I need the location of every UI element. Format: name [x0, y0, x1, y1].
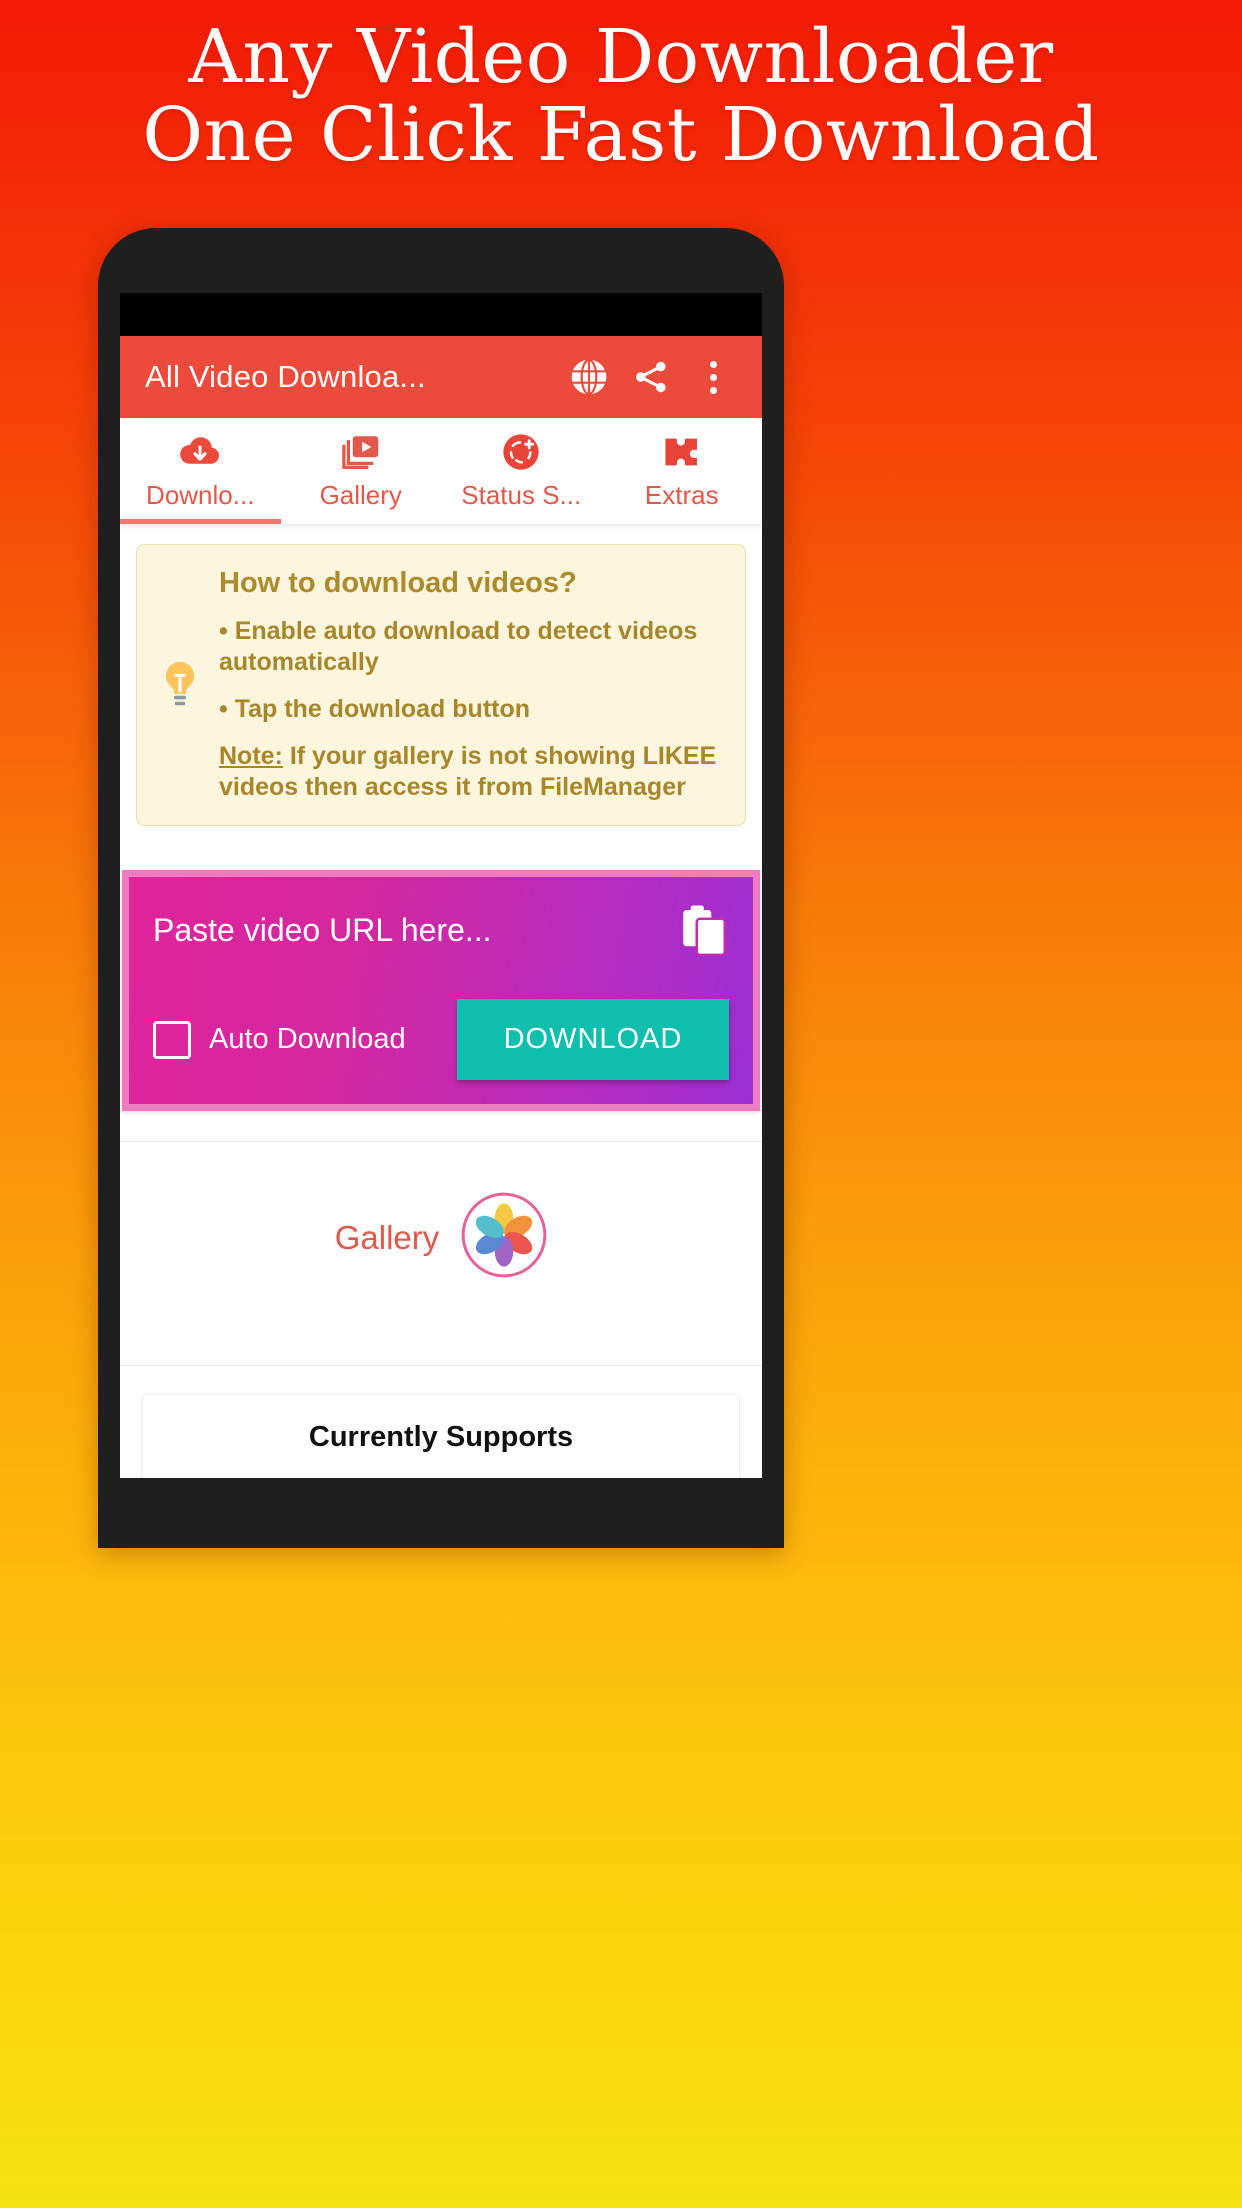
gallery-row[interactable]: Gallery [120, 1142, 762, 1335]
tip-card-note-label: Note: [219, 742, 283, 770]
tip-card-note-text: If your gallery is not showing LIKEE vid… [219, 742, 717, 801]
tip-card-text: How to download videos? • Enable auto do… [219, 567, 727, 803]
menu-dot [709, 373, 717, 381]
menu-dot [709, 360, 717, 368]
phone-mockup: All Video Downloa... Downlo... Gallery S… [98, 228, 784, 1548]
tab-gallery-label: Gallery [319, 479, 402, 510]
supports-card: Currently Supports [142, 1394, 740, 1478]
url-section: Paste video URL here... Auto Download DO… [129, 877, 753, 1104]
url-action-row: Auto Download DOWNLOAD [153, 999, 729, 1080]
cloud-download-icon [178, 432, 222, 472]
url-section-frame: Paste video URL here... Auto Download DO… [122, 870, 760, 1111]
video-library-icon [341, 432, 381, 472]
overflow-menu-icon[interactable] [682, 346, 744, 408]
url-input[interactable]: Paste video URL here... [153, 912, 663, 949]
app-bar: All Video Downloa... [120, 336, 762, 418]
auto-download-label: Auto Download [209, 1023, 406, 1055]
status-saver-icon [501, 432, 541, 472]
main-content: How to download videos? • Enable auto do… [120, 544, 762, 1478]
globe-icon[interactable] [558, 346, 620, 408]
download-button[interactable]: DOWNLOAD [457, 999, 729, 1080]
url-input-row: Paste video URL here... [153, 903, 729, 957]
share-icon[interactable] [620, 346, 682, 408]
clipboard-paste-icon[interactable] [673, 903, 729, 957]
headline-line-1: Any Video Downloader [188, 14, 1054, 100]
headline-line-2: One Click Fast Download [142, 92, 1100, 178]
tab-download[interactable]: Downlo... [120, 418, 281, 524]
tab-extras-label: Extras [644, 479, 719, 510]
puzzle-piece-icon [661, 432, 703, 472]
tip-card-bullet-2: • Tap the download button [219, 695, 531, 723]
tab-gallery[interactable]: Gallery [281, 418, 442, 524]
supports-card-title: Currently Supports [308, 1421, 574, 1453]
tab-download-label: Downlo... [146, 479, 255, 510]
gallery-row-label: Gallery [334, 1218, 440, 1256]
photos-pinwheel-icon [461, 1192, 547, 1283]
tab-status-saver-label: Status S... [461, 479, 582, 510]
lightbulb-icon [151, 659, 209, 711]
auto-download-checkbox[interactable] [153, 1020, 191, 1059]
tip-card-note: Note: If your gallery is not showing LIK… [219, 741, 727, 803]
promo-headline: Any Video Downloader One Click Fast Down… [0, 18, 1242, 174]
tab-status-saver[interactable]: Status S... [441, 418, 602, 524]
menu-dot [709, 386, 717, 394]
auto-download-toggle[interactable]: Auto Download [153, 1020, 447, 1059]
tab-extras[interactable]: Extras [602, 418, 763, 524]
tab-bar: Downlo... Gallery Status S... Extras [120, 418, 762, 524]
divider [120, 1365, 762, 1366]
phone-screen: All Video Downloa... Downlo... Gallery S… [120, 293, 762, 1478]
tip-card: How to download videos? • Enable auto do… [136, 544, 746, 826]
app-bar-title: All Video Downloa... [145, 359, 426, 394]
tip-card-bullet-1: • Enable auto download to detect videos … [219, 617, 698, 676]
tip-card-title: How to download videos? [219, 567, 577, 599]
status-bar [120, 293, 762, 336]
